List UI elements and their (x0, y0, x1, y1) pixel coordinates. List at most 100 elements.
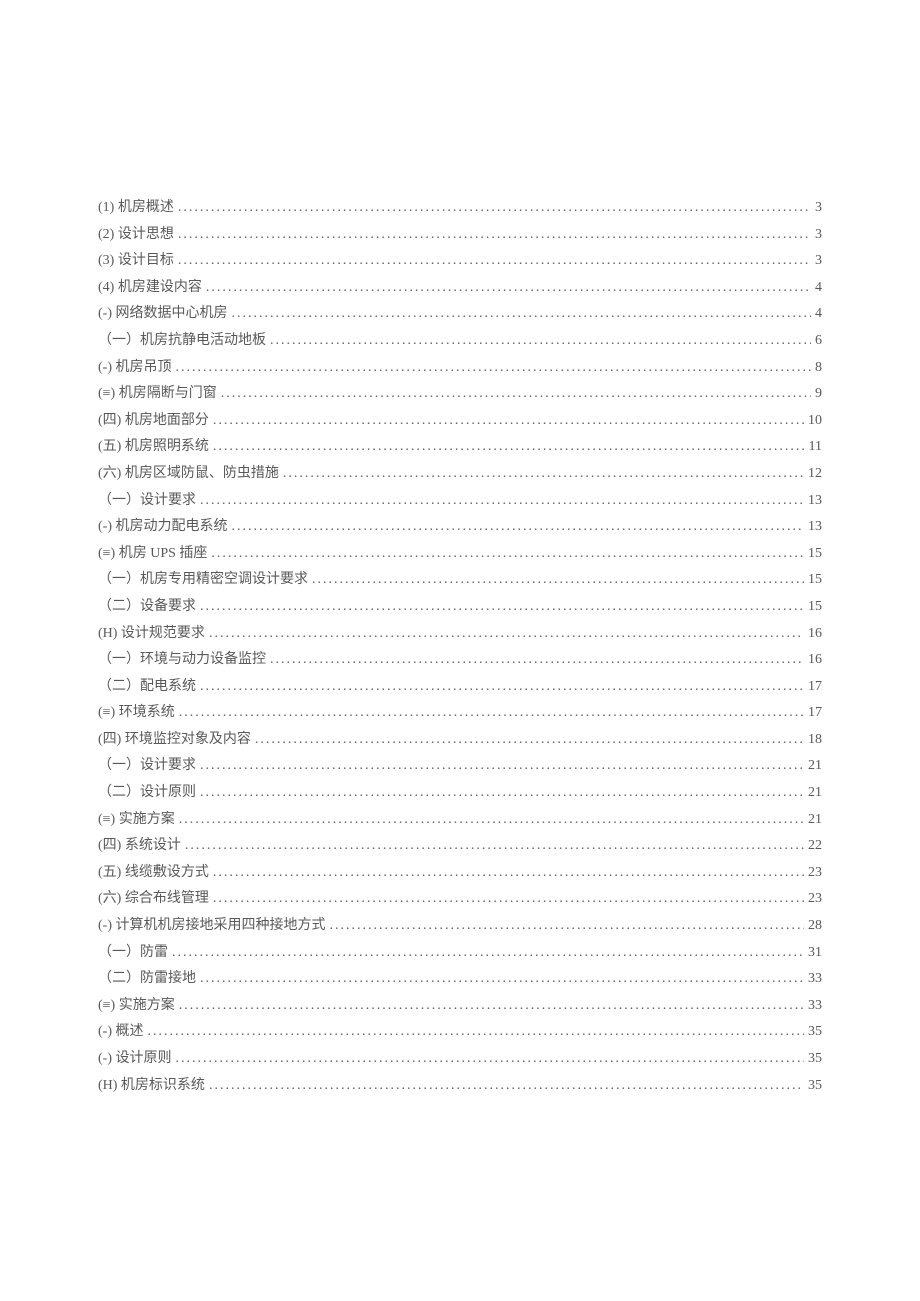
toc-entry: (≡) 环境系统 17 (98, 700, 822, 727)
toc-entry: (-) 机房吊顶 8 (98, 355, 822, 382)
toc-label: （二）设备要求 (98, 594, 196, 621)
toc-entry: (五) 线缆敷设方式23 (98, 860, 822, 887)
toc-page: 3 (815, 195, 822, 222)
toc-entry: （二）设计原则21 (98, 780, 822, 807)
toc-entry: (-) 网络数据中心机房 4 (98, 301, 822, 328)
toc-page: 21 (808, 807, 822, 834)
toc-dots (200, 780, 804, 807)
toc-page: 22 (808, 833, 822, 860)
toc-dots (200, 753, 804, 780)
toc-dots (312, 567, 804, 594)
toc-dots (176, 355, 812, 382)
toc-entry: (H) 机房标识系统 35 (98, 1073, 822, 1100)
toc-label: （一）机房专用精密空调设计要求 (98, 567, 308, 594)
toc-entry: （一）机房专用精密空调设计要求15 (98, 567, 822, 594)
toc-label: (六) 综合布线管理 (98, 886, 209, 913)
toc-entry: （二）防雷接地33 (98, 966, 822, 993)
toc-entry: （一）设计要求 21 (98, 753, 822, 780)
toc-label: (-) 机房吊顶 (98, 355, 172, 382)
toc-entry: （一）环境与动力设备监控 16 (98, 647, 822, 674)
toc-dots (213, 408, 804, 435)
toc-label: (-) 设计原则 (98, 1046, 172, 1073)
toc-page: 23 (808, 886, 822, 913)
toc-label: (≡) 机房 UPS 插座 (98, 541, 207, 568)
toc-page: 31 (808, 940, 822, 967)
toc-entry: (六) 机房区域防鼠、防虫措施 12 (98, 461, 822, 488)
toc-page: 35 (808, 1019, 822, 1046)
toc-page: 6 (815, 328, 822, 355)
toc-page: 35 (808, 1046, 822, 1073)
toc-page: 10 (808, 408, 822, 435)
toc-page: 4 (815, 301, 822, 328)
toc-label: (H) 设计规范要求 (98, 621, 205, 648)
toc-entry: (-) 计算机机房接地采用四种接地方式 28 (98, 913, 822, 940)
toc-page: 21 (808, 753, 822, 780)
toc-dots (200, 488, 804, 515)
toc-label: (1) 机房概述 (98, 195, 174, 222)
toc-dots (213, 860, 804, 887)
toc-dots (200, 594, 804, 621)
toc-dots (232, 301, 812, 328)
toc-page: 9 (815, 381, 822, 408)
toc-label: （一）环境与动力设备监控 (98, 647, 266, 674)
toc-label: (3) 设计目标 (98, 248, 174, 275)
toc-label: (五) 机房照明系统 (98, 434, 209, 461)
toc-page: 12 (808, 461, 822, 488)
toc-label: （一）防雷 (98, 940, 168, 967)
toc-entry: （一）防雷 31 (98, 940, 822, 967)
toc-label: (≡) 环境系统 (98, 700, 175, 727)
toc-entry: (-) 机房动力配电系统13 (98, 514, 822, 541)
toc-dots (178, 222, 811, 249)
toc-entry: (五) 机房照明系统 11 (98, 434, 822, 461)
toc-entry: (≡) 机房隔断与门窗9 (98, 381, 822, 408)
toc-dots (172, 940, 804, 967)
toc-dots (179, 700, 804, 727)
toc-entry: （二）配电系统17 (98, 674, 822, 701)
toc-page: 13 (808, 488, 822, 515)
toc-page: 8 (815, 355, 822, 382)
toc-page: 3 (815, 248, 822, 275)
toc-dots (213, 434, 805, 461)
toc-dots (283, 461, 804, 488)
toc-label: (≡) 实施方案 (98, 807, 175, 834)
toc-page: 16 (808, 621, 822, 648)
toc-label: (≡) 实施方案 (98, 993, 175, 1020)
toc-label: (-) 概述 (98, 1019, 144, 1046)
toc-label: (2) 设计思想 (98, 222, 174, 249)
toc-page: 11 (809, 434, 822, 461)
toc-page: 35 (808, 1073, 822, 1100)
toc-dots (206, 275, 811, 302)
toc-page: 17 (808, 700, 822, 727)
toc-page: 15 (808, 594, 822, 621)
toc-entry: (4) 机房建设内容4 (98, 275, 822, 302)
toc-label: (-) 网络数据中心机房 (98, 301, 228, 328)
toc-entry: （二）设备要求 15 (98, 594, 822, 621)
toc-entry: (六) 综合布线管理 23 (98, 886, 822, 913)
toc-page: 4 (815, 275, 822, 302)
toc-label: (H) 机房标识系统 (98, 1073, 205, 1100)
toc-entry: (四) 系统设计22 (98, 833, 822, 860)
toc-page: 3 (815, 222, 822, 249)
toc-label: （二）配电系统 (98, 674, 196, 701)
toc-dots (185, 833, 804, 860)
toc-entry: (≡) 实施方案 21 (98, 807, 822, 834)
toc-label: (六) 机房区域防鼠、防虫措施 (98, 461, 279, 488)
toc-entry: (3) 设计目标 3 (98, 248, 822, 275)
toc-entry: (四) 机房地面部分10 (98, 408, 822, 435)
toc-entry: （一）机房抗静电活动地板6 (98, 328, 822, 355)
table-of-contents: (1) 机房概述3(2) 设计思想3(3) 设计目标3(4) 机房建设内容4(-… (98, 195, 822, 1099)
toc-label: (-) 计算机机房接地采用四种接地方式 (98, 913, 326, 940)
toc-label: （一）设计要求 (98, 488, 196, 515)
toc-label: （一）设计要求 (98, 753, 196, 780)
toc-page: 28 (808, 913, 822, 940)
toc-entry: (四) 环境监控对象及内容18 (98, 727, 822, 754)
toc-page: 33 (808, 993, 822, 1020)
toc-dots (179, 807, 804, 834)
toc-entry: (≡) 实施方案 33 (98, 993, 822, 1020)
toc-dots (176, 1046, 805, 1073)
toc-dots (270, 647, 804, 674)
toc-entry: (≡) 机房 UPS 插座15 (98, 541, 822, 568)
toc-label: （二）防雷接地 (98, 966, 196, 993)
toc-dots (255, 727, 804, 754)
toc-page: 16 (808, 647, 822, 674)
